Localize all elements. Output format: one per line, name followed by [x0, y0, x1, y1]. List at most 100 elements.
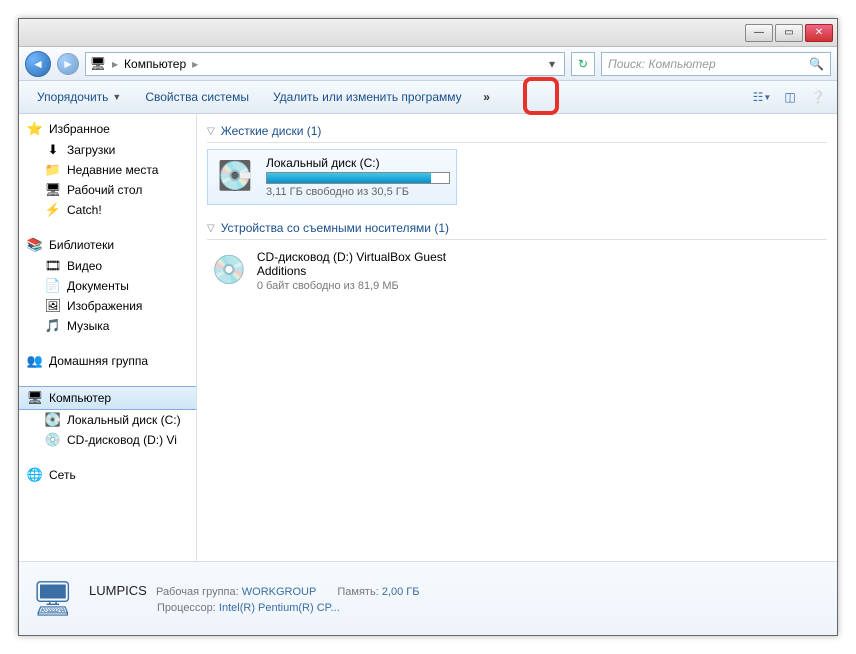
cpu-value: Intel(R) Pentium(R) CP...	[219, 602, 340, 614]
content-pane: ▽ Жесткие диски (1) 💽 Локальный диск (C:…	[197, 114, 837, 561]
music-icon: 🎵	[45, 318, 61, 334]
search-input[interactable]: Поиск: Компьютер 🔍	[601, 52, 831, 76]
pictures-icon: 🖼	[45, 298, 61, 314]
section-header-label: Устройства со съемными носителями (1)	[221, 221, 449, 235]
download-icon: ⬇	[45, 142, 61, 158]
address-bar[interactable]: 🖥 ▸ Компьютер ▸ ▾	[85, 52, 565, 76]
forward-button[interactable]: ►	[57, 53, 79, 75]
catch-icon: ⚡	[45, 202, 61, 218]
help-button[interactable]: ❔	[807, 86, 829, 108]
sidebar-item-local-disk-c[interactable]: 💽 Локальный диск (C:)	[19, 410, 196, 430]
titlebar: — ▭ ✕	[19, 19, 837, 47]
close-button[interactable]: ✕	[805, 24, 833, 42]
sidebar-item-label: Изображения	[67, 299, 142, 313]
sidebar-homegroup[interactable]: 👥 Домашняя группа	[19, 350, 196, 372]
search-placeholder: Поиск: Компьютер	[608, 57, 716, 71]
breadcrumb-location[interactable]: Компьютер	[124, 57, 186, 71]
recent-icon: 📁	[45, 162, 61, 178]
body: ⭐ Избранное ⬇ Загрузки 📁 Недавние места 🖥 Р…	[19, 114, 837, 561]
drive-local-c[interactable]: 💽 Локальный диск (C:) 3,11 ГБ свободно и…	[207, 149, 457, 205]
section-hard-disks[interactable]: ▽ Жесткие диски (1)	[207, 120, 827, 143]
drive-usage-bar	[266, 172, 450, 184]
cd-icon: 💿	[211, 250, 247, 288]
explorer-window: — ▭ ✕ ◄ ► 🖥 ▸ Компьютер ▸ ▾ ↻ Поиск: Ком…	[18, 18, 838, 636]
sidebar-item-downloads[interactable]: ⬇ Загрузки	[19, 140, 196, 160]
search-icon: 🔍	[809, 57, 824, 71]
sidebar-item-label: Catch!	[67, 203, 102, 217]
drive-label: CD-дисковод (D:) VirtualBox Guest Additi…	[257, 250, 463, 278]
sidebar-item-recent[interactable]: 📁 Недавние места	[19, 160, 196, 180]
collapse-icon: ▽	[207, 223, 215, 234]
details-pane: 🖥 LUMPICS Рабочая группа: WORKGROUP Памя…	[19, 561, 837, 635]
sidebar-computer[interactable]: 🖥 Компьютер	[19, 386, 196, 410]
sidebar-item-label: Видео	[67, 259, 102, 273]
drive-label: Локальный диск (C:)	[266, 156, 450, 170]
hdd-icon: 💽	[214, 156, 256, 194]
memory-value: 2,00 ГБ	[382, 586, 420, 598]
breadcrumb-sep-icon: ▸	[192, 57, 198, 71]
drive-usage-fill	[267, 173, 431, 183]
view-options-button[interactable]: ☷ ▼	[751, 86, 773, 108]
sidebar-favorites-label: Избранное	[49, 122, 110, 136]
drive-free-space: 3,11 ГБ свободно из 30,5 ГБ	[266, 186, 450, 198]
sidebar-item-label: Загрузки	[67, 143, 115, 157]
sidebar-network-label: Сеть	[49, 468, 76, 482]
sidebar-item-cd-drive[interactable]: 💿 CD-дисковод (D:) Vi	[19, 430, 196, 450]
sidebar-item-label: Недавние места	[67, 163, 158, 177]
sidebar-computer-label: Компьютер	[49, 391, 111, 405]
cpu-label: Процессор:	[157, 602, 216, 614]
computer-icon: 🖥	[29, 575, 77, 623]
sidebar-libraries-label: Библиотеки	[49, 238, 114, 252]
system-properties-button[interactable]: Свойства системы	[135, 86, 259, 108]
sidebar-item-label: Музыка	[67, 319, 109, 333]
drive-free-space: 0 байт свободно из 81,9 МБ	[257, 280, 463, 292]
refresh-button[interactable]: ↻	[571, 52, 595, 76]
documents-icon: 📄	[45, 278, 61, 294]
workgroup-label: Рабочая группа:	[156, 586, 239, 598]
chevron-down-icon: ▼	[112, 92, 121, 102]
sidebar-favorites[interactable]: ⭐ Избранное	[19, 118, 196, 140]
sidebar-item-label: Рабочий стол	[67, 183, 142, 197]
sidebar-item-desktop[interactable]: 🖥 Рабочий стол	[19, 180, 196, 200]
homegroup-icon: 👥	[27, 353, 43, 369]
sidebar-item-catch[interactable]: ⚡ Catch!	[19, 200, 196, 220]
star-icon: ⭐	[27, 121, 43, 137]
sidebar-network[interactable]: 🌐 Сеть	[19, 464, 196, 486]
command-bar: Упорядочить ▼ Свойства системы Удалить и…	[19, 81, 837, 114]
workgroup-value: WORKGROUP	[242, 586, 317, 598]
preview-pane-button[interactable]: ◫	[779, 86, 801, 108]
navigation-pane: ⭐ Избранное ⬇ Загрузки 📁 Недавние места 🖥 Р…	[19, 114, 197, 561]
section-removable[interactable]: ▽ Устройства со съемными носителями (1)	[207, 217, 827, 240]
computer-name: LUMPICS	[89, 583, 147, 598]
sidebar-homegroup-label: Домашняя группа	[49, 354, 148, 368]
sidebar-item-pictures[interactable]: 🖼 Изображения	[19, 296, 196, 316]
network-icon: 🌐	[27, 467, 43, 483]
tutorial-highlight	[523, 77, 559, 115]
cd-icon: 💿	[45, 432, 61, 448]
hdd-icon: 💽	[45, 412, 61, 428]
collapse-icon: ▽	[207, 126, 215, 137]
desktop-icon: 🖥	[45, 182, 61, 198]
sidebar-item-documents[interactable]: 📄 Документы	[19, 276, 196, 296]
sidebar-item-videos[interactable]: 🎞 Видео	[19, 256, 196, 276]
video-icon: 🎞	[45, 258, 61, 274]
uninstall-program-button[interactable]: Удалить или изменить программу	[263, 86, 472, 108]
computer-icon: 🖥	[90, 56, 106, 72]
sidebar-item-label: CD-дисковод (D:) Vi	[67, 433, 177, 447]
maximize-button[interactable]: ▭	[775, 24, 803, 42]
organize-button[interactable]: Упорядочить ▼	[27, 86, 131, 108]
back-button[interactable]: ◄	[25, 51, 51, 77]
sidebar-item-label: Документы	[67, 279, 129, 293]
sidebar-libraries[interactable]: 📚 Библиотеки	[19, 234, 196, 256]
organize-label: Упорядочить	[37, 90, 108, 104]
memory-label: Память:	[337, 586, 378, 598]
breadcrumb-sep-icon: ▸	[112, 57, 118, 71]
sidebar-item-label: Локальный диск (C:)	[67, 413, 181, 427]
libraries-icon: 📚	[27, 237, 43, 253]
computer-icon: 🖥	[27, 390, 43, 406]
sidebar-item-music[interactable]: 🎵 Музыка	[19, 316, 196, 336]
address-dropdown-icon[interactable]: ▾	[544, 57, 560, 71]
toolbar-overflow-button[interactable]: »	[476, 87, 498, 107]
drive-cd-d[interactable]: 💿 CD-дисковод (D:) VirtualBox Guest Addi…	[207, 246, 467, 296]
minimize-button[interactable]: —	[745, 24, 773, 42]
